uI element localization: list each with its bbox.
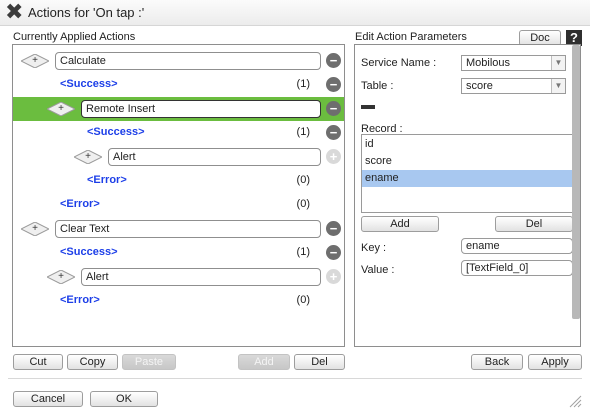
remove-icon[interactable]: − — [326, 245, 341, 260]
value-label: Value : — [361, 264, 395, 276]
dash-icon — [361, 105, 375, 109]
expand-diamond-icon[interactable]: + — [74, 150, 102, 164]
status-row: <Error> (0) — [13, 169, 344, 193]
status-row: <Success> (1) − — [13, 73, 344, 97]
list-item[interactable]: ename — [362, 170, 572, 187]
actions-tree: + Calculate − <Success> (1) − + Remote I… — [12, 44, 345, 347]
remove-icon[interactable]: − — [326, 221, 341, 236]
parameters-panel: Service Name : Mobilous ▼ Table : score … — [354, 44, 581, 347]
key-field[interactable]: ename — [461, 238, 573, 254]
key-label: Key : — [361, 242, 387, 254]
remove-icon[interactable]: − — [326, 125, 341, 140]
record-list[interactable]: id score ename — [361, 134, 573, 213]
action-name-field[interactable]: Alert — [108, 148, 321, 166]
right-panel-title: Edit Action Parameters — [355, 31, 467, 43]
action-name-field[interactable]: Calculate — [55, 52, 321, 70]
list-item[interactable]: score — [362, 153, 572, 170]
title-bar: ✖ Actions for 'On tap :' — [0, 0, 590, 26]
success-count: (1) — [296, 78, 310, 90]
service-name-value: Mobilous — [466, 57, 511, 69]
ok-button[interactable]: OK — [90, 391, 158, 407]
footer-divider — [8, 378, 582, 379]
status-row: <Success> (1) − — [13, 241, 344, 265]
error-count: (0) — [296, 174, 310, 186]
list-item[interactable]: id — [362, 136, 572, 153]
table-select[interactable]: score ▼ — [461, 78, 566, 94]
delete-action-button[interactable]: Del — [294, 354, 345, 370]
action-row-calculate[interactable]: + Calculate − — [13, 49, 344, 73]
action-name-field[interactable]: Remote Insert — [81, 100, 321, 118]
record-del-button[interactable]: Del — [495, 216, 573, 232]
action-row-remote-insert[interactable]: + Remote Insert − — [13, 97, 344, 121]
add-icon[interactable]: + — [326, 149, 341, 164]
action-row-alert[interactable]: + Alert + — [13, 265, 344, 289]
error-label: <Error> — [60, 294, 100, 306]
status-row: <Error> (0) — [13, 193, 344, 217]
success-count: (1) — [296, 246, 310, 258]
success-label: <Success> — [60, 246, 118, 258]
window-title: Actions for 'On tap :' — [28, 5, 145, 20]
cut-button[interactable]: Cut — [13, 354, 63, 370]
table-label: Table : — [361, 80, 394, 92]
remove-icon[interactable]: − — [326, 101, 341, 116]
error-label: <Error> — [60, 198, 100, 210]
service-name-select[interactable]: Mobilous ▼ — [461, 55, 566, 71]
table-value: score — [466, 80, 493, 92]
expand-diamond-icon[interactable]: + — [21, 54, 49, 68]
chevron-down-icon: ▼ — [551, 79, 565, 93]
remove-icon[interactable]: − — [326, 53, 341, 68]
copy-button[interactable]: Copy — [67, 354, 118, 370]
chevron-down-icon: ▼ — [551, 56, 565, 70]
success-count: (1) — [296, 126, 310, 138]
paste-button[interactable]: Paste — [122, 354, 176, 370]
add-icon[interactable]: + — [326, 269, 341, 284]
status-row: <Success> (1) − — [13, 121, 344, 145]
status-row: <Error> (0) — [13, 289, 344, 313]
resize-grip-icon[interactable] — [568, 394, 582, 408]
left-panel-title: Currently Applied Actions — [13, 31, 136, 43]
service-name-label: Service Name : — [361, 57, 437, 69]
success-label: <Success> — [60, 78, 118, 90]
action-name-field[interactable]: Alert — [81, 268, 321, 286]
apply-button[interactable]: Apply — [528, 354, 582, 370]
cancel-button[interactable]: Cancel — [13, 391, 83, 407]
scrollbar[interactable] — [572, 45, 580, 319]
back-button[interactable]: Back — [471, 354, 523, 370]
value-field[interactable]: [TextField_0] — [461, 260, 573, 276]
action-name-field[interactable]: Clear Text — [55, 220, 321, 238]
remove-icon[interactable]: − — [326, 77, 341, 92]
success-label: <Success> — [87, 126, 145, 138]
expand-diamond-icon[interactable]: + — [47, 102, 75, 116]
action-row-clear-text[interactable]: + Clear Text − — [13, 217, 344, 241]
record-add-button[interactable]: Add — [361, 216, 439, 232]
error-label: <Error> — [87, 174, 127, 186]
close-icon[interactable]: ✖ — [5, 1, 23, 23]
error-count: (0) — [296, 198, 310, 210]
error-count: (0) — [296, 294, 310, 306]
expand-diamond-icon[interactable]: + — [21, 222, 49, 236]
expand-diamond-icon[interactable]: + — [47, 270, 75, 284]
add-action-button[interactable]: Add — [238, 354, 290, 370]
action-row-alert[interactable]: + Alert + — [13, 145, 344, 169]
